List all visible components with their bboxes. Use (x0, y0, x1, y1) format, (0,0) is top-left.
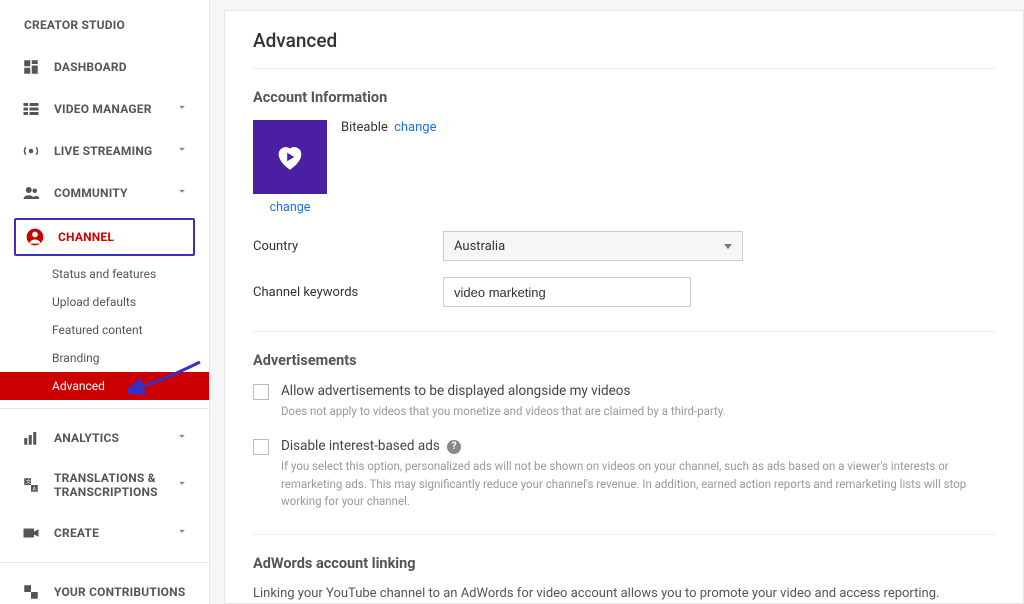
channel-keywords-input[interactable] (443, 277, 691, 307)
country-select[interactable]: Australia (443, 231, 743, 261)
sidebar-item-contributions[interactable]: YOUR CONTRIBUTIONS (0, 571, 209, 604)
chevron-down-icon (175, 476, 189, 494)
channel-name: Biteable (341, 120, 388, 135)
sidebar-item-label: DASHBOARD (54, 60, 189, 74)
allow-ads-label: Allow advertisements to be displayed alo… (281, 383, 726, 399)
disable-interest-desc: If you select this option, personalized … (281, 458, 995, 510)
avatar-change-link[interactable]: change (270, 200, 311, 215)
sidebar-item-label: ANALYTICS (54, 431, 175, 445)
video-manager-icon (20, 100, 42, 118)
divider (0, 562, 209, 563)
main-content: Advanced Account Information change Bite… (224, 10, 1024, 604)
analytics-icon (20, 429, 42, 447)
sidebar-title: CREATOR STUDIO (0, 14, 209, 46)
sidebar-item-translations[interactable]: 文A TRANSLATIONS & TRANSCRIPTIONS (0, 459, 209, 512)
allow-ads-desc: Does not apply to videos that you moneti… (281, 403, 726, 420)
dashboard-icon (20, 58, 42, 76)
sidebar-item-label: VIDEO MANAGER (54, 102, 175, 116)
subnav-upload-defaults[interactable]: Upload defaults (52, 288, 209, 316)
section-ads-title: Advertisements (253, 352, 995, 369)
subnav-status-features[interactable]: Status and features (52, 260, 209, 288)
disable-interest-label: Disable interest-based ads ? (281, 438, 995, 454)
sidebar-item-create[interactable]: CREATE (0, 512, 209, 554)
help-icon[interactable]: ? (447, 440, 461, 454)
channel-name-change-link[interactable]: change (394, 120, 436, 135)
contributions-icon (20, 583, 42, 601)
community-icon (20, 184, 42, 202)
sidebar-item-label: COMMUNITY (54, 186, 175, 200)
country-label: Country (253, 239, 443, 254)
channel-icon (24, 228, 46, 246)
channel-subnav: Status and features Upload defaults Feat… (0, 260, 209, 400)
sidebar-item-label: YOUR CONTRIBUTIONS (54, 585, 189, 599)
sidebar-item-analytics[interactable]: ANALYTICS (0, 417, 209, 459)
sidebar-item-dashboard[interactable]: DASHBOARD (0, 46, 209, 88)
channel-avatar (253, 120, 327, 194)
sidebar-item-community[interactable]: COMMUNITY (0, 172, 209, 214)
account-name-row: Biteable change (341, 120, 437, 135)
svg-text:A: A (33, 487, 37, 493)
divider (253, 331, 995, 332)
keywords-label: Channel keywords (253, 285, 443, 300)
dropdown-triangle-icon (724, 244, 732, 249)
chevron-down-icon (175, 100, 189, 118)
subnav-advanced[interactable]: Advanced (0, 372, 209, 400)
divider (253, 534, 995, 535)
live-streaming-icon (20, 142, 42, 160)
country-selected-value: Australia (454, 239, 505, 254)
sidebar-item-label: LIVE STREAMING (54, 144, 175, 158)
sidebar-item-label: CHANNEL (58, 230, 185, 244)
page-title: Advanced (253, 29, 995, 69)
sidebar-item-label: CREATE (54, 526, 175, 540)
section-adwords-title: AdWords account linking (253, 555, 995, 572)
chevron-down-icon (175, 429, 189, 447)
section-account-title: Account Information (253, 89, 995, 106)
translations-icon: 文A (20, 476, 42, 494)
subnav-branding[interactable]: Branding (52, 344, 209, 372)
sidebar-item-label: TRANSLATIONS & TRANSCRIPTIONS (54, 471, 175, 500)
sidebar-item-live-streaming[interactable]: LIVE STREAMING (0, 130, 209, 172)
chevron-down-icon (175, 184, 189, 202)
sidebar: CREATOR STUDIO DASHBOARD VIDEO MANAGER L… (0, 0, 210, 604)
adwords-description: Linking your YouTube channel to an AdWor… (253, 586, 995, 601)
sidebar-item-channel[interactable]: CHANNEL (14, 218, 195, 256)
sidebar-item-video-manager[interactable]: VIDEO MANAGER (0, 88, 209, 130)
disable-interest-checkbox[interactable] (253, 439, 269, 455)
chevron-down-icon (175, 524, 189, 542)
allow-ads-checkbox[interactable] (253, 384, 269, 400)
subnav-featured-content[interactable]: Featured content (52, 316, 209, 344)
chevron-down-icon (175, 142, 189, 160)
divider (0, 408, 209, 409)
create-icon (20, 524, 42, 542)
